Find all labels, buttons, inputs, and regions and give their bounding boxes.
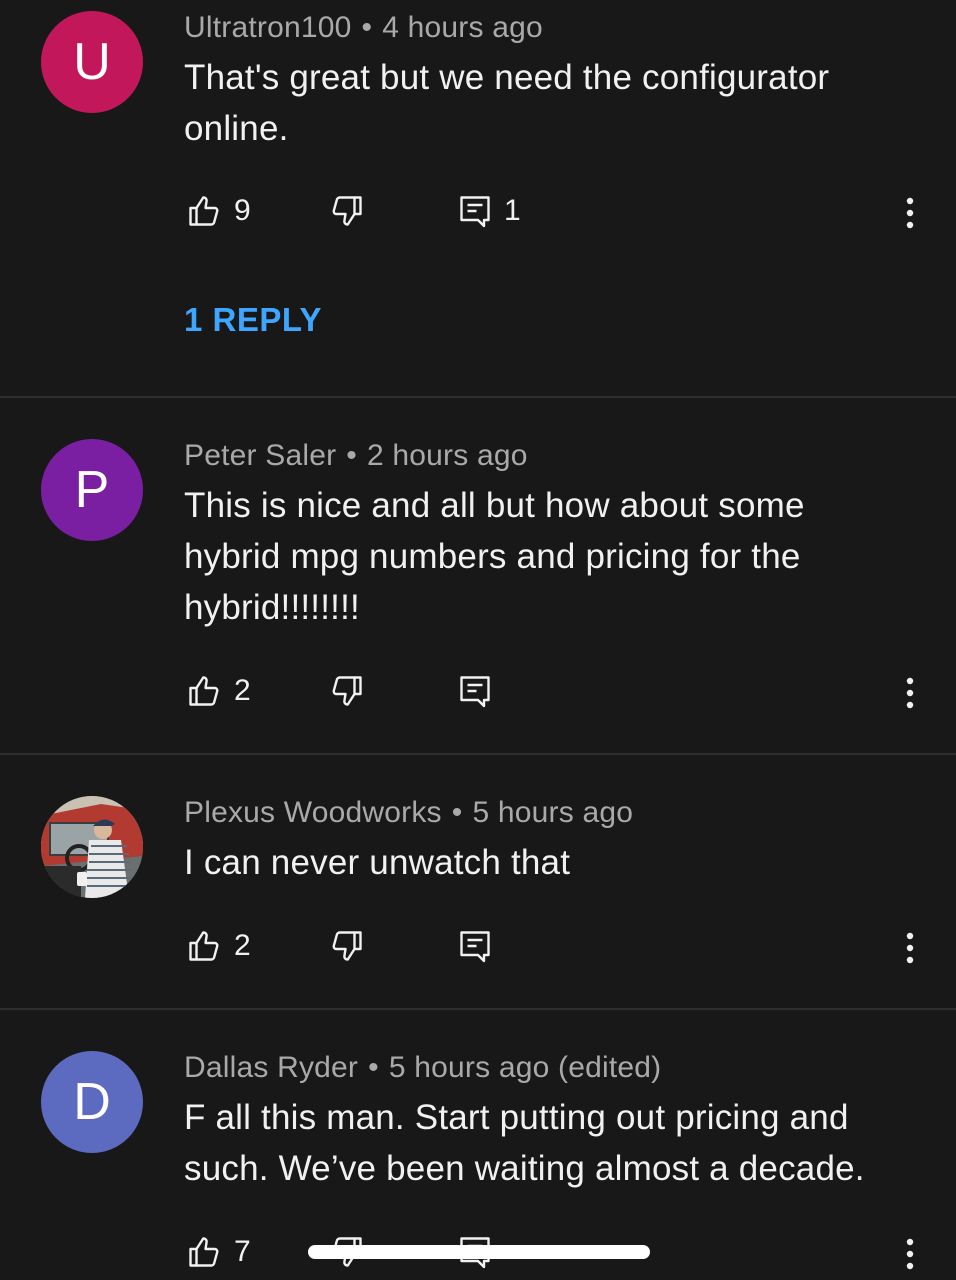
- thumbs-down-icon[interactable]: [329, 673, 365, 709]
- avatar[interactable]: D: [41, 1051, 143, 1153]
- comment-time: 4 hours ago: [382, 11, 543, 44]
- comment-actions: 2: [0, 673, 956, 713]
- comment-meta: Ultratron100 • 4 hours ago: [184, 11, 543, 45]
- more-options-icon[interactable]: [898, 928, 922, 968]
- comments-list: U Ultratron100 • 4 hours ago That's great …: [0, 0, 956, 1280]
- thumbs-up-icon[interactable]: [186, 673, 222, 709]
- thumbs-up-icon[interactable]: [186, 1234, 222, 1270]
- meta-separator: •: [451, 796, 463, 829]
- comment-actions: 9 1: [0, 193, 956, 233]
- more-options-icon[interactable]: [898, 673, 922, 713]
- avatar[interactable]: P: [41, 439, 143, 541]
- like-count: 2: [234, 674, 251, 707]
- author-name[interactable]: Peter Saler: [184, 439, 336, 472]
- author-name[interactable]: Plexus Woodworks: [184, 796, 442, 829]
- thumbs-down-icon[interactable]: [329, 193, 365, 229]
- comment-time: 2 hours ago: [366, 439, 528, 472]
- comment-meta: Dallas Ryder • 5 hours ago (edited): [184, 1051, 661, 1085]
- comment-time: 5 hours ago: [472, 796, 634, 829]
- author-name[interactable]: Dallas Ryder: [184, 1051, 358, 1084]
- comment-ultratron100: U Ultratron100 • 4 hours ago That's great …: [0, 0, 956, 396]
- comment-time: 5 hours ago (edited): [388, 1051, 662, 1084]
- reply-icon[interactable]: [457, 928, 493, 964]
- avatar-letter: U: [73, 33, 111, 91]
- comment-meta: Plexus Woodworks • 5 hours ago: [184, 796, 633, 830]
- view-replies-link[interactable]: 1 REPLY: [184, 301, 322, 339]
- comment-text: I can never unwatch that: [184, 843, 571, 882]
- comment-text: That's great but we need the configurato…: [184, 58, 830, 148]
- more-options-icon[interactable]: [898, 193, 922, 233]
- more-options-icon[interactable]: [898, 1234, 922, 1274]
- avatar-letter: P: [74, 461, 110, 519]
- avatar-photo: [41, 796, 143, 898]
- comment-text: F all this man. Start putting out pricin…: [184, 1098, 865, 1188]
- comment-dallas-ryder: D Dallas Ryder • 5 hours ago (edited) F al…: [0, 1010, 956, 1280]
- comment-peter-saler: P Peter Saler • 2 hours ago This is nice a…: [0, 398, 956, 753]
- thumbs-down-icon[interactable]: [329, 928, 365, 964]
- avatar[interactable]: U: [41, 11, 143, 113]
- reply-icon[interactable]: [457, 673, 493, 709]
- like-count: 9: [234, 194, 251, 227]
- meta-separator: •: [361, 11, 373, 44]
- avatar[interactable]: [41, 796, 143, 898]
- reply-count: 1: [504, 194, 521, 227]
- comment-actions: 2: [0, 928, 956, 968]
- thumbs-up-icon[interactable]: [186, 193, 222, 229]
- like-count: 7: [234, 1235, 251, 1268]
- reply-icon[interactable]: [457, 193, 493, 229]
- author-name[interactable]: Ultratron100: [184, 11, 352, 44]
- meta-separator: •: [368, 1051, 379, 1084]
- thumbs-up-icon[interactable]: [186, 928, 222, 964]
- meta-separator: •: [346, 439, 357, 472]
- comment-text: This is nice and all but how about some …: [184, 486, 805, 627]
- avatar-letter: D: [73, 1073, 111, 1131]
- like-count: 2: [234, 929, 251, 962]
- home-indicator[interactable]: [308, 1245, 650, 1259]
- comment-meta: Peter Saler • 2 hours ago: [184, 439, 528, 473]
- comment-plexus-woodworks: Plexus Woodworks • 5 hours ago I can never…: [0, 755, 956, 1008]
